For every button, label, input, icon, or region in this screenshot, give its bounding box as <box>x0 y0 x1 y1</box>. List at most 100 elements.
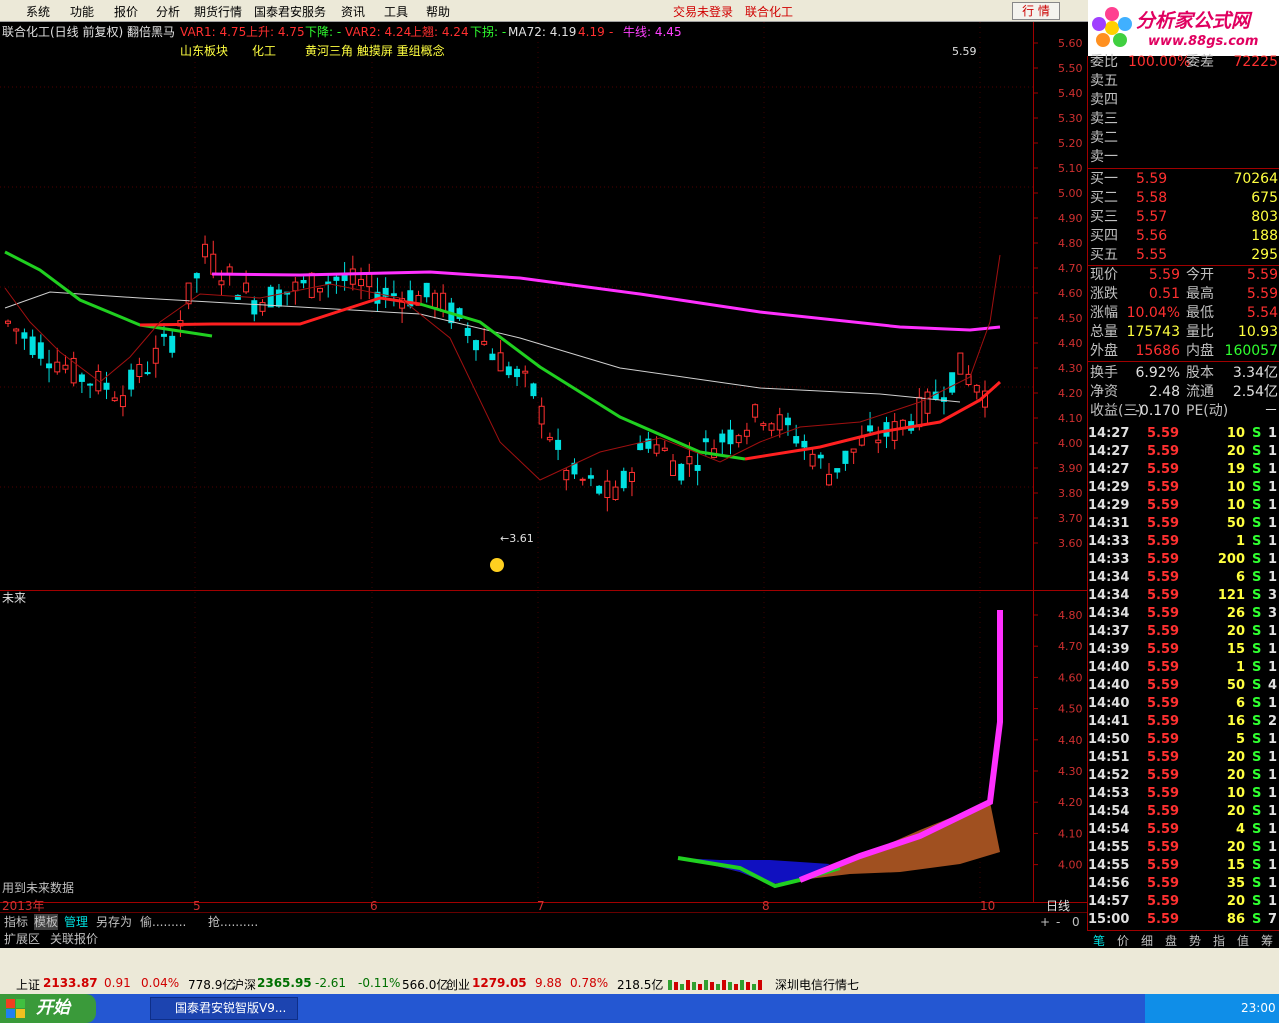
tick-list[interactable]: 14:27 5.59 10 S 1 14:27 5.59 20 S 1 14:27 5.59 19 S 1 1… <box>1087 425 1279 930</box>
candle-body <box>54 361 61 373</box>
menu-5[interactable]: 国泰君安服务 <box>254 3 326 20</box>
tick-time: 14:55 <box>1088 840 1130 855</box>
status-item-12: 9.88 <box>535 976 562 990</box>
tab-0[interactable]: 指标 <box>4 914 28 930</box>
menu-3[interactable]: 分析 <box>156 3 180 20</box>
tick-count: 1 <box>1267 840 1277 855</box>
candle-body <box>834 468 841 473</box>
tab-control-0[interactable]: + <box>1040 914 1050 930</box>
candle-body <box>702 438 709 443</box>
tick-volume: 10 <box>1226 498 1245 513</box>
windows-logo-icon <box>6 999 25 1018</box>
sub-tick-1: 4.70 <box>1058 640 1083 653</box>
buy-volume: 188 <box>1251 228 1278 244</box>
tick-side: S <box>1252 606 1262 621</box>
quote-value: 15686 <box>1135 343 1180 359</box>
tick-side: S <box>1252 732 1262 747</box>
quote-button[interactable]: 行 情 <box>1012 2 1060 20</box>
low-price-mark: ←3.61 <box>500 532 534 545</box>
tick-volume: 15 <box>1226 858 1245 873</box>
tab-2[interactable]: 管理 <box>64 914 88 930</box>
candle-body <box>333 276 340 281</box>
right-tab-2[interactable]: 细 <box>1141 932 1153 949</box>
candle-body <box>218 280 225 286</box>
price-tick-1: 5.50 <box>1058 62 1083 75</box>
period-label[interactable]: 日线 <box>1046 899 1070 913</box>
tick-count: 4 <box>1267 678 1277 693</box>
price-tick-7: 4.90 <box>1058 212 1083 225</box>
candle-body <box>637 443 644 451</box>
tick-price: 5.59 <box>1147 660 1180 675</box>
candle-body <box>555 439 562 450</box>
tick-time: 14:29 <box>1088 480 1130 495</box>
status-item-2: 0.91 <box>104 976 131 990</box>
quote-label2: 量比 <box>1186 324 1214 340</box>
tick-count: 1 <box>1267 462 1277 477</box>
tick-side: S <box>1252 462 1262 477</box>
right-tab-7[interactable]: 筹 <box>1261 932 1273 949</box>
tick-side: S <box>1252 696 1262 711</box>
menu-7[interactable]: 工具 <box>384 3 408 20</box>
kline-chart[interactable]: 联合化工(日线 前复权) 翻倍黑马 VAR1: 4.75 上升: 4.75 下降: -… <box>0 22 1087 930</box>
candle-body <box>727 429 734 445</box>
quote-row: 涨跌 0.51 最高 5.59 <box>1090 285 1278 304</box>
tick-volume: 10 <box>1226 786 1245 801</box>
tick-row: 14:27 5.59 19 S 1 <box>1087 461 1279 479</box>
ext-tab-0[interactable]: 扩展区 <box>4 931 40 947</box>
right-tab-5[interactable]: 指 <box>1213 932 1225 949</box>
buy-volume: 803 <box>1251 209 1278 225</box>
tick-side: S <box>1252 624 1262 639</box>
menu-4[interactable]: 期货行情 <box>194 3 242 20</box>
right-tab-1[interactable]: 价 <box>1117 932 1129 949</box>
candle-body <box>193 273 200 279</box>
menu-6[interactable]: 资讯 <box>341 3 365 20</box>
quote-value2: 5.59 <box>1246 286 1278 302</box>
tick-row: 14:40 5.59 50 S 4 <box>1087 677 1279 695</box>
tick-price: 5.59 <box>1147 732 1180 747</box>
price-tick-13: 4.30 <box>1058 362 1083 375</box>
candle-body <box>111 397 118 402</box>
candle-body <box>358 278 365 287</box>
quote-label: 外盘 <box>1090 343 1118 359</box>
tick-row: 14:54 5.59 4 S 1 <box>1087 821 1279 839</box>
quote-value2: 2.54亿 <box>1232 384 1278 400</box>
tick-count: 1 <box>1267 552 1277 567</box>
tab-3[interactable]: 另存为 <box>96 914 132 930</box>
tick-volume: 35 <box>1226 876 1245 891</box>
right-tab-6[interactable]: 值 <box>1237 932 1249 949</box>
right-tab-0[interactable]: 笔 <box>1093 932 1105 949</box>
right-tab-4[interactable]: 势 <box>1189 932 1201 949</box>
tick-count: 1 <box>1267 858 1277 873</box>
menu-1[interactable]: 功能 <box>70 3 94 20</box>
menu-0[interactable]: 系统 <box>26 3 50 20</box>
candle-body <box>530 383 537 397</box>
tick-time: 14:40 <box>1088 696 1130 711</box>
status-item-10: 创业 <box>446 978 471 992</box>
right-tab-3[interactable]: 盘 <box>1165 932 1177 949</box>
ext-tab-1[interactable]: 关联报价 <box>50 931 98 947</box>
market-bars <box>668 980 762 990</box>
tab-control-1[interactable]: - <box>1056 914 1060 930</box>
tick-volume: 1 <box>1235 534 1245 549</box>
tick-time: 14:33 <box>1088 534 1130 549</box>
buy-volume: 675 <box>1251 190 1278 206</box>
quote-value: -0.170 <box>1134 403 1180 419</box>
candle-body <box>653 444 660 454</box>
market-bar <box>716 984 720 990</box>
tab-4[interactable]: 偷......... <box>140 914 186 930</box>
tab-control-2[interactable]: 0 <box>1072 914 1080 930</box>
tab-1[interactable]: 模板 <box>34 914 59 930</box>
taskbar-app-button[interactable]: 国泰君安锐智版V9... <box>150 997 298 1020</box>
tab-5[interactable]: 抢.......... <box>208 914 258 930</box>
menu-8[interactable]: 帮助 <box>426 3 450 20</box>
menu-2[interactable]: 报价 <box>114 3 138 20</box>
tick-side: S <box>1252 426 1262 441</box>
market-bar <box>746 982 750 990</box>
candle-body <box>423 282 430 298</box>
status-item-6: 2365.95 <box>257 976 312 990</box>
status-item-11: 1279.05 <box>472 976 527 990</box>
date-label-0: 2013年 <box>2 899 45 913</box>
buy-row: 买五 5.55 295 <box>1090 246 1278 265</box>
date-label-4: 8 <box>762 899 770 913</box>
tick-time: 14:41 <box>1088 714 1130 729</box>
